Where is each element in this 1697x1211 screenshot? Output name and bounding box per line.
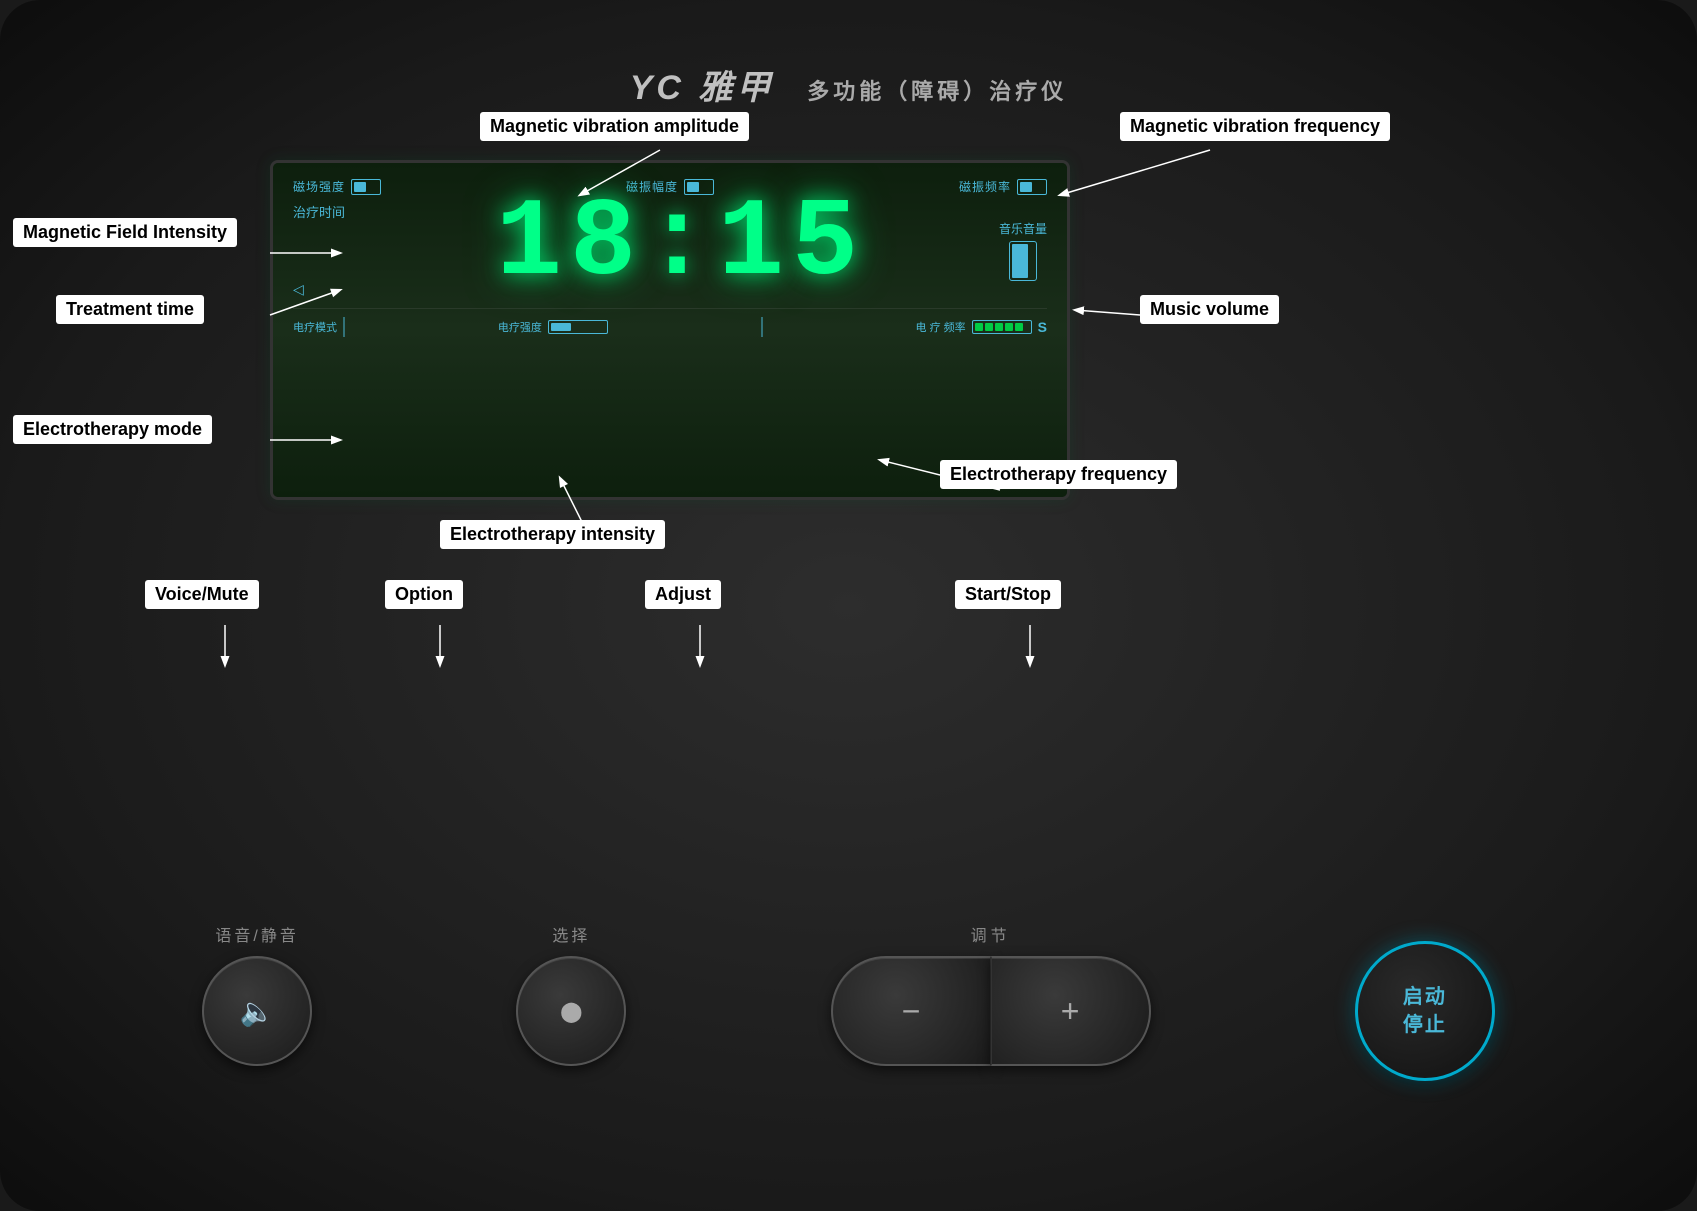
electro-intensity-item: 电疗强度 <box>498 319 608 335</box>
mode-separator <box>343 317 345 337</box>
adjust-buttons-row: − + <box>831 956 1151 1066</box>
annotation-magnetic-vibration-frequency: Magnetic vibration frequency <box>1120 112 1390 141</box>
magnetic-field-indicator: 磁场强度 <box>293 178 381 195</box>
music-volume-area: 音乐音量 <box>999 220 1047 281</box>
start-label: 启动 <box>1403 984 1447 1010</box>
start-stop-group: 空 启动 停止 <box>1355 907 1495 1081</box>
electro-frequency-item: 电 疗 频率 S <box>916 319 1047 335</box>
electro-intensity-label: 电疗强度 <box>498 319 542 335</box>
adjust-label-cn: 调节 <box>971 922 1011 946</box>
segment-1 <box>975 323 983 331</box>
annotation-voice-mute: Voice/Mute <box>145 580 259 609</box>
controls-area: 语音/静音 🔈 选择 ⬤ 调节 − + <box>100 907 1597 1081</box>
device-panel: YC 雅甲 多功能（障碍）治疗仪 磁场强度 磁振幅度 <box>0 0 1697 1211</box>
brand-subtitle: 多功能（障碍）治疗仪 <box>807 79 1067 104</box>
minus-icon: − <box>902 993 921 1030</box>
magnetic-frequency-bar-fill <box>1020 182 1032 192</box>
annotation-magnetic-vibration-amplitude: Magnetic vibration amplitude <box>480 112 749 141</box>
brand-bar: YC 雅甲 多功能（障碍）治疗仪 <box>630 60 1068 109</box>
electro-frequency-segments <box>975 323 1023 331</box>
speaker-icon: ◁ <box>293 281 304 298</box>
segment-4 <box>1005 323 1013 331</box>
magnetic-frequency-bar <box>1017 179 1047 195</box>
speaker-btn-icon: 🔈 <box>240 995 275 1028</box>
annotation-treatment-time: Treatment time <box>56 295 204 324</box>
increase-button[interactable]: + <box>991 956 1151 1066</box>
segment-2 <box>985 323 993 331</box>
lcd-bottom-row: 电疗模式 电疗强度 电 疗 频率 <box>293 308 1047 337</box>
voice-mute-button[interactable]: 🔈 <box>202 956 312 1066</box>
clock-display: 18:15 <box>373 190 989 300</box>
treatment-time-label: 治疗时间 <box>293 202 373 221</box>
speaker-label: ◁ <box>293 281 373 298</box>
segment-3 <box>995 323 1003 331</box>
clock-minutes: 15 <box>718 182 866 307</box>
magnetic-field-bar-fill <box>354 182 366 192</box>
voice-mute-group: 语音/静音 🔈 <box>202 922 312 1066</box>
stop-label: 停止 <box>1403 1012 1447 1038</box>
option-btn-icon: ⬤ <box>560 999 582 1024</box>
annotation-option: Option <box>385 580 463 609</box>
electro-frequency-value: S <box>1038 319 1047 335</box>
electro-intensity-fill <box>551 323 571 331</box>
electro-frequency-bar <box>972 320 1032 334</box>
magnetic-field-bar <box>351 179 381 195</box>
music-volume-label: 音乐音量 <box>999 220 1047 237</box>
option-button[interactable]: ⬤ <box>516 956 626 1066</box>
lcd-inner: 磁场强度 磁振幅度 磁振频率 <box>273 163 1067 497</box>
decrease-button[interactable]: − <box>831 956 991 1066</box>
adjust-group: 调节 − + <box>831 922 1151 1066</box>
electro-mode-item: 电疗模式 <box>293 317 345 337</box>
music-volume-fill <box>1012 244 1028 278</box>
electro-frequency-label: 电 疗 频率 <box>916 319 966 335</box>
magnetic-field-label: 磁场强度 <box>293 178 345 195</box>
voice-mute-label-cn: 语音/静音 <box>215 922 298 946</box>
music-volume-bar <box>1009 241 1037 281</box>
clock-hours: 18 <box>496 182 644 307</box>
annotation-magnetic-field: Magnetic Field Intensity <box>13 218 237 247</box>
annotation-electrotherapy-frequency: Electrotherapy frequency <box>940 460 1177 489</box>
option-label-cn: 选择 <box>552 922 590 946</box>
start-stop-button[interactable]: 启动 停止 <box>1355 941 1495 1081</box>
lcd-screen: 磁场强度 磁振幅度 磁振频率 <box>270 160 1070 500</box>
annotation-music-volume: Music volume <box>1140 295 1279 324</box>
annotation-start-stop: Start/Stop <box>955 580 1061 609</box>
electro-mode-label: 电疗模式 <box>293 319 337 335</box>
electro-intensity-bar <box>548 320 608 334</box>
annotation-adjust: Adjust <box>645 580 721 609</box>
clock-separator: : <box>644 182 718 307</box>
intensity-separator <box>761 317 763 337</box>
annotation-electrotherapy-intensity: Electrotherapy intensity <box>440 520 665 549</box>
segment-5 <box>1015 323 1023 331</box>
magnetic-amplitude-bar <box>684 179 714 195</box>
plus-icon: + <box>1061 993 1080 1030</box>
brand-logo: YC 雅甲 <box>630 69 775 107</box>
option-group: 选择 ⬤ <box>516 922 626 1066</box>
magnetic-amplitude-bar-fill <box>687 182 699 192</box>
annotation-electrotherapy-mode: Electrotherapy mode <box>13 415 212 444</box>
